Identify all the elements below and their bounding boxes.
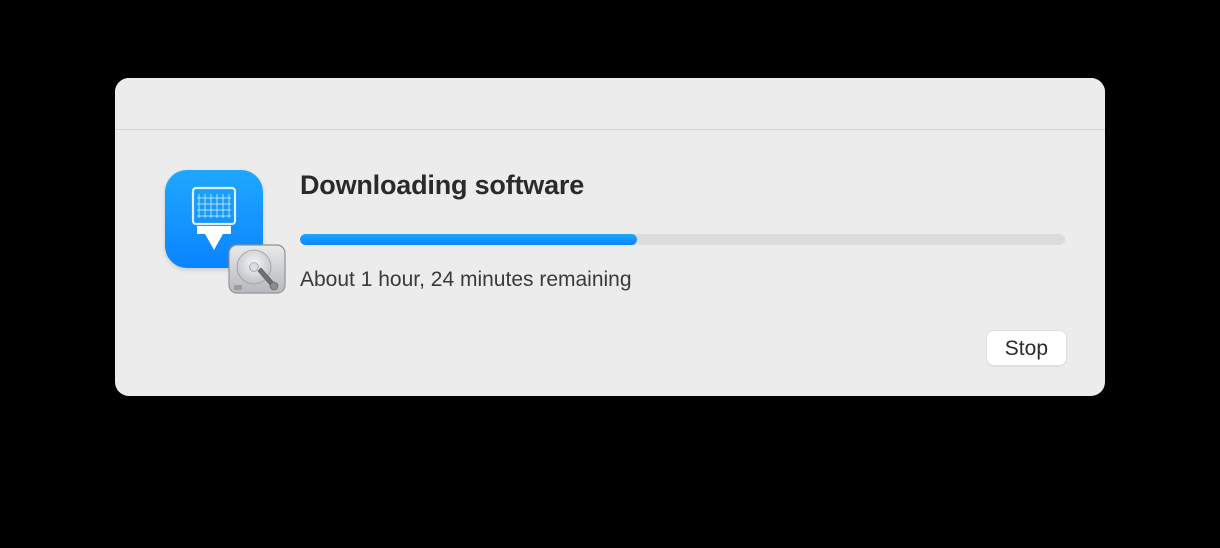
internal-disk-icon (226, 241, 288, 297)
download-dialog: Downloading software About 1 hour, 24 mi… (115, 78, 1105, 396)
dialog-title: Downloading software (300, 170, 584, 201)
stop-button[interactable]: Stop (986, 330, 1067, 366)
titlebar[interactable] (115, 78, 1105, 130)
dialog-content: Downloading software About 1 hour, 24 mi… (115, 130, 1105, 396)
download-install-icon (165, 170, 280, 285)
progress-bar (300, 234, 1065, 245)
progress-fill (300, 234, 637, 245)
status-text: About 1 hour, 24 minutes remaining (300, 268, 632, 292)
